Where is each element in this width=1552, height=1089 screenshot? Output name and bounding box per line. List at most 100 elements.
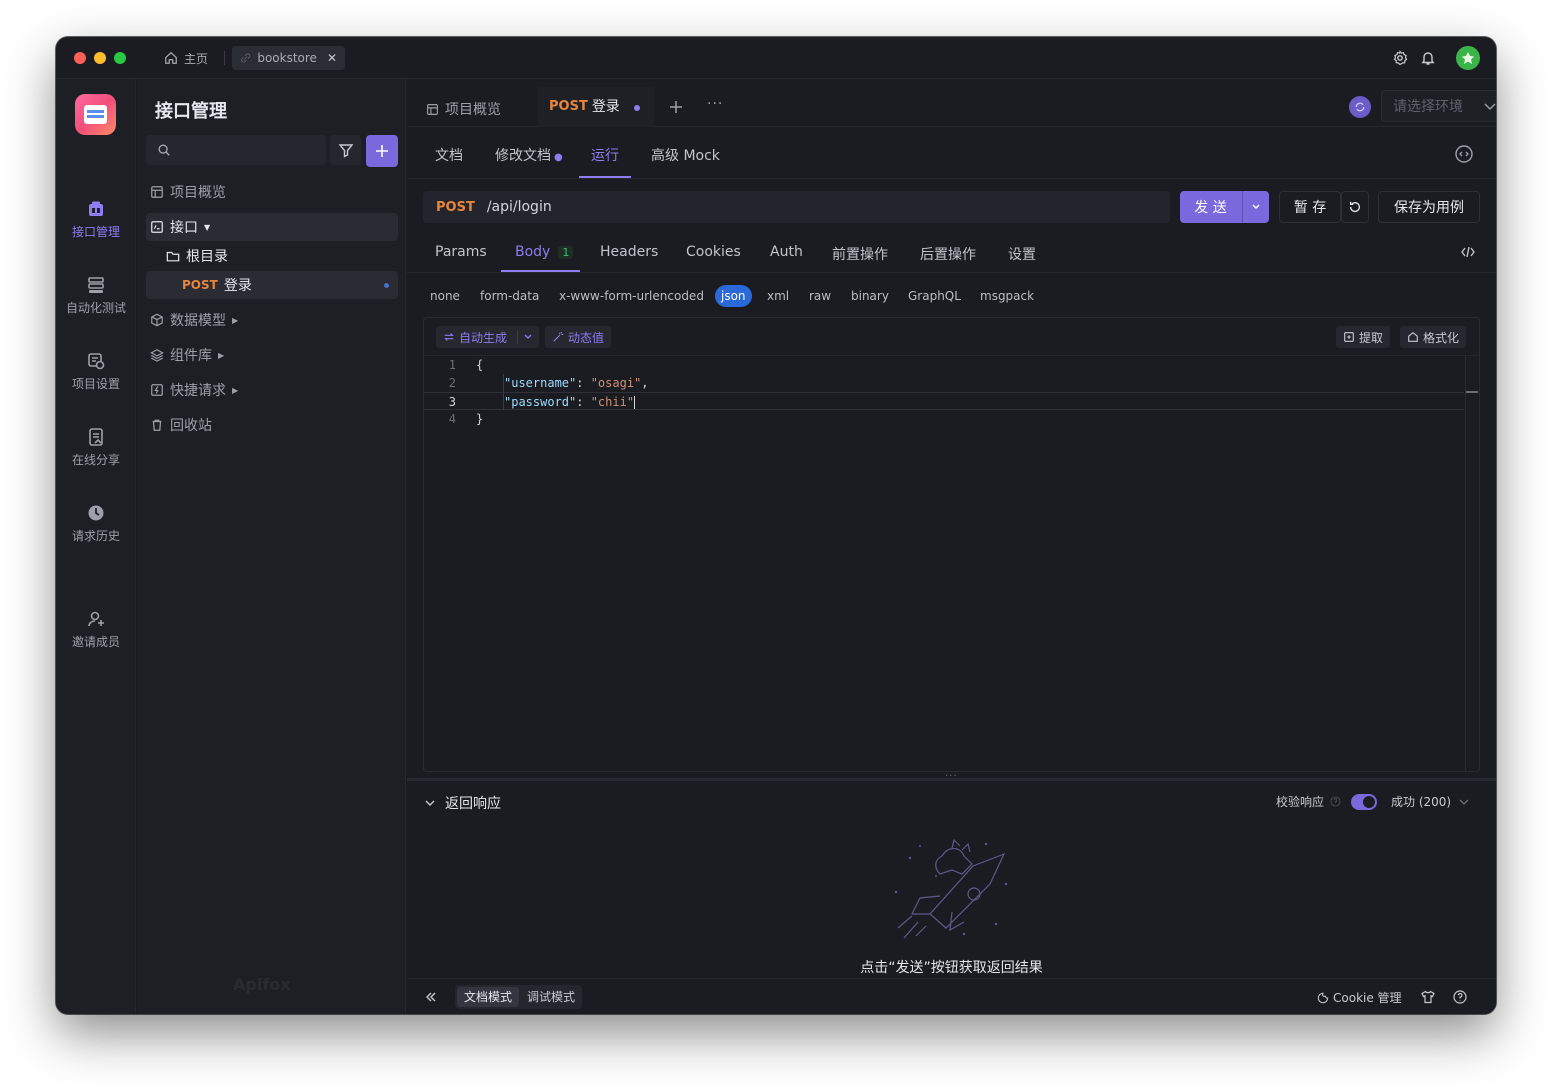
body-type-urlencoded[interactable]: x-www-form-urlencoded [559, 285, 704, 307]
watermark: Apifox [233, 975, 291, 994]
rail-item-api[interactable]: 接口管理 [56, 199, 136, 240]
rail-item-share[interactable]: 在线分享 [56, 427, 136, 468]
tab-params[interactable]: Params [435, 244, 487, 260]
tab-advanced-mock[interactable]: 高级 Mock [651, 145, 720, 165]
code-area[interactable]: 1 { 2 "username": "osagi", 3 "password":… [424, 356, 1464, 428]
doc-mode-button[interactable]: 文档模式 [457, 987, 519, 1007]
url-input[interactable]: /api/login [487, 199, 552, 215]
search-input[interactable] [146, 135, 326, 165]
tab-overview[interactable]: 项目概览 [426, 99, 501, 119]
tree-item-components[interactable]: 组件库 ▶ [146, 341, 398, 369]
json-key: "username" [504, 376, 577, 390]
tab-body[interactable]: Body 1 [515, 244, 574, 260]
auto-generate-button[interactable]: 自动生成 [436, 326, 540, 348]
cookie-manager-button[interactable]: Cookie 管理 [1317, 989, 1402, 1006]
search-icon [158, 144, 170, 156]
more-tabs-icon[interactable]: ··· [707, 96, 723, 112]
body-type-xml[interactable]: xml [767, 285, 789, 307]
tab-pre-script[interactable]: 前置操作 [832, 244, 888, 264]
help-icon[interactable] [1453, 990, 1467, 1004]
chevron-down-icon[interactable] [524, 334, 532, 340]
validate-toggle[interactable] [1351, 793, 1378, 810]
save-temp-button[interactable]: 暂 存 [1279, 191, 1341, 223]
response-header[interactable]: 返回响应 [425, 793, 501, 813]
method-badge: POST [182, 278, 218, 292]
body-type-graphql[interactable]: GraphQL [908, 285, 961, 307]
body-count-badge: 1 [558, 246, 574, 259]
minimize-window-button[interactable] [94, 52, 106, 64]
shirt-icon[interactable] [1421, 990, 1435, 1004]
body-type-form-data[interactable]: form-data [480, 285, 539, 307]
sidebar: 接口管理 项目概览 接口 ▼ 根目录 POST 登录 数据模型 ▶ 组件库 ▶ … [137, 79, 406, 1014]
project-tab[interactable]: bookstore ✕ [232, 46, 345, 70]
collapse-sidebar-icon[interactable] [425, 991, 437, 1003]
tab-current-request[interactable]: POST 登录 [538, 87, 654, 127]
tree-item-quick-request[interactable]: 快捷请求 ▶ [146, 376, 398, 404]
env-sync-button[interactable] [1349, 96, 1371, 118]
tab-edit-doc[interactable]: 修改文档 ● [495, 145, 563, 165]
automation-test-icon [88, 277, 104, 293]
url-bar[interactable]: POST /api/login [423, 191, 1170, 223]
json-editor[interactable]: 自动生成 动态值 提取 格式化 1 {2 "username": "osagi… [423, 317, 1480, 772]
project-settings-icon [88, 353, 105, 370]
tree-item-trash[interactable]: 回收站 [146, 411, 398, 439]
tree-label: 根目录 [186, 249, 228, 265]
reset-button[interactable] [1341, 191, 1369, 223]
new-tab-icon[interactable] [669, 100, 683, 114]
tree-item-models[interactable]: 数据模型 ▶ [146, 306, 398, 334]
code-history-icon[interactable] [1454, 144, 1474, 164]
body-type-json[interactable]: json [715, 285, 752, 307]
body-type-binary[interactable]: binary [851, 285, 889, 307]
dynamic-value-button[interactable]: 动态值 [545, 326, 612, 348]
close-window-button[interactable] [74, 52, 86, 64]
lightning-icon [151, 384, 163, 396]
line-number: 4 [448, 412, 456, 426]
send-label: 发 送 [1194, 200, 1227, 216]
tree-item-root[interactable]: 根目录 [162, 242, 398, 270]
rail-item-invite[interactable]: 邀请成员 [56, 609, 136, 650]
rail-item-history[interactable]: 请求历史 [56, 503, 136, 544]
tree-item-api[interactable]: 接口 ▼ [146, 213, 398, 241]
filter-button[interactable] [330, 135, 361, 165]
tab-post-script[interactable]: 后置操作 [920, 244, 976, 264]
env-placeholder: 请选择环境 [1393, 99, 1463, 115]
tab-cookies[interactable]: Cookies [686, 244, 741, 260]
tab-auth[interactable]: Auth [770, 244, 803, 260]
send-dropdown[interactable] [1242, 191, 1269, 223]
tab-headers[interactable]: Headers [600, 244, 658, 260]
bell-icon[interactable] [1420, 50, 1436, 66]
rail-label: 接口管理 [71, 225, 120, 239]
home-tab[interactable]: 主页 [156, 46, 216, 70]
tab-run[interactable]: 运行 [591, 145, 619, 165]
debug-mode-button[interactable]: 调试模式 [521, 987, 581, 1007]
body-type-selector: none form-data x-www-form-urlencoded jso… [407, 281, 1496, 309]
param-tabs: Params Body 1 Headers Cookies Auth 前置操作 后… [407, 231, 1496, 273]
scrollbar-track[interactable] [1465, 356, 1466, 771]
send-button[interactable]: 发 送 [1180, 191, 1269, 223]
body-type-raw[interactable]: raw [809, 285, 831, 307]
rail-item-project-settings[interactable]: 项目设置 [56, 351, 136, 392]
code-icon[interactable] [1461, 247, 1475, 257]
tree-item-endpoint-login[interactable]: POST 登录 [146, 271, 398, 299]
body-type-none[interactable]: none [430, 285, 460, 307]
tree-item-overview[interactable]: 项目概览 [146, 178, 398, 206]
zoom-window-button[interactable] [114, 52, 126, 64]
method-select[interactable]: POST [436, 200, 475, 215]
cookie-label: Cookie 管理 [1333, 991, 1402, 1005]
chip-label: 自动生成 [459, 330, 508, 345]
tab-settings[interactable]: 设置 [1008, 244, 1036, 264]
unsaved-dot[interactable] [634, 105, 640, 111]
app-window: 主页 bookstore ✕ 接口管理 自动化测试 项目设置 在线分享 请求历史… [56, 37, 1496, 1014]
avatar[interactable] [1456, 46, 1480, 70]
settings-icon[interactable] [1392, 50, 1408, 66]
environment-select[interactable]: 请选择环境 [1381, 90, 1496, 122]
format-button[interactable]: 格式化 [1400, 326, 1467, 348]
body-type-msgpack[interactable]: msgpack [980, 285, 1034, 307]
add-button[interactable] [366, 135, 398, 167]
save-as-case-button[interactable]: 保存为用例 [1378, 191, 1480, 223]
response-status-select[interactable]: 成功 (200) [1391, 793, 1469, 810]
extract-button[interactable]: 提取 [1336, 326, 1391, 348]
rail-item-automation[interactable]: 自动化测试 [56, 275, 136, 316]
tab-doc[interactable]: 文档 [435, 145, 463, 165]
close-tab-icon[interactable]: ✕ [327, 51, 337, 65]
